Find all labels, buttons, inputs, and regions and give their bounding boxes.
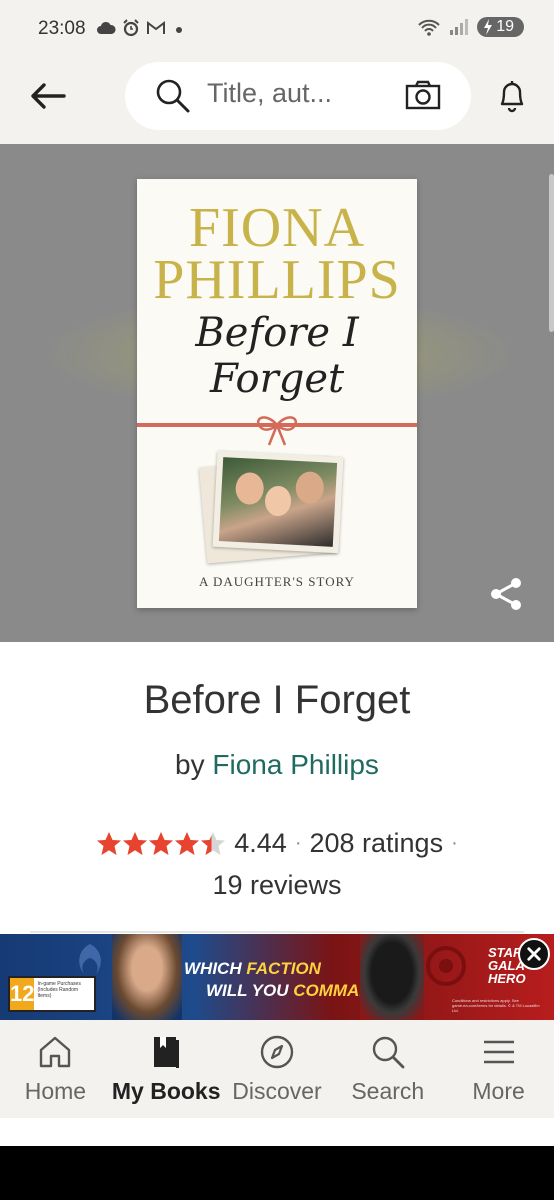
- rebel-alliance-logo: [79, 944, 101, 974]
- star-icon: [123, 831, 148, 855]
- age-rating-note: In-game Purchases (Includes Random Items…: [37, 981, 81, 999]
- screen: 23:08 19 FIONA: [0, 0, 554, 1146]
- separator-dot: ·: [451, 832, 458, 854]
- author-link[interactable]: Fiona Phillips: [212, 749, 379, 780]
- star-icon: [97, 831, 122, 855]
- star-icon: [201, 831, 226, 855]
- charging-bolt-icon: [484, 19, 493, 35]
- ad-headline-mid: WILL YOU: [206, 981, 294, 1000]
- photo-face: [294, 470, 325, 505]
- book-cover-image[interactable]: FIONA PHILLIPS Before I Forget A DAUGHTE…: [137, 179, 417, 608]
- signal-icon: [450, 19, 469, 35]
- photo-face: [264, 485, 292, 517]
- status-icons-left: [96, 19, 186, 37]
- ad-headline-pre: WHICH: [184, 959, 247, 978]
- search-input[interactable]: [207, 78, 397, 109]
- nav-item-my-books[interactable]: My Books: [111, 1020, 222, 1118]
- status-bar: 23:08 19: [0, 0, 554, 60]
- pegi-rating-badge: 12 In-game Purchases (Includes Random It…: [8, 976, 96, 1012]
- battery-indicator: 19: [477, 17, 524, 37]
- star-rating: [96, 831, 226, 857]
- ratings-count: 208 ratings: [309, 828, 444, 858]
- ad-villain-image: [360, 934, 424, 1020]
- reviews-count[interactable]: 19 reviews: [0, 870, 554, 901]
- nav-item-more[interactable]: More: [443, 1020, 554, 1118]
- bottom-nav: Home My Books Discover Search More: [0, 1020, 554, 1118]
- age-rating: 12: [10, 978, 35, 1010]
- ad-close-icon[interactable]: [518, 938, 550, 970]
- notifications-bell-icon[interactable]: [496, 78, 528, 114]
- photo-face: [234, 471, 265, 506]
- share-icon[interactable]: [488, 576, 524, 612]
- nav-item-home[interactable]: Home: [0, 1020, 111, 1118]
- nav-label: Search: [351, 1078, 425, 1104]
- byline-prefix: by: [175, 749, 205, 780]
- cover-photo: [212, 450, 344, 554]
- status-time: 23:08: [38, 18, 86, 39]
- home-icon: [40, 1036, 71, 1068]
- ad-logo-line: HERO: [488, 971, 526, 986]
- scrollbar-thumb[interactable]: [549, 174, 554, 332]
- camera-icon[interactable]: [405, 80, 441, 110]
- cover-photo-image: [218, 457, 338, 547]
- byline: by Fiona Phillips: [0, 749, 554, 781]
- cover-title-line2: Forget: [209, 356, 345, 402]
- ad-banner[interactable]: 12 In-game Purchases (Includes Random It…: [0, 934, 554, 1020]
- nav-item-discover[interactable]: Discover: [222, 1020, 333, 1118]
- cover-author-line: PHILLIPS: [153, 249, 401, 311]
- nav-item-search[interactable]: Search: [332, 1020, 443, 1118]
- nav-label: Discover: [232, 1078, 322, 1104]
- header: [0, 60, 554, 144]
- average-rating: 4.44: [234, 828, 287, 858]
- battery-level: 19: [496, 18, 514, 35]
- search-box[interactable]: [125, 62, 471, 130]
- menu-icon: [483, 1040, 514, 1064]
- ad-headline-faction: FACTION: [246, 959, 321, 978]
- nav-label: Home: [24, 1078, 87, 1104]
- book-details: Before I Forget by Fiona Phillips 4.44 ·…: [0, 642, 554, 934]
- cloud-icon: [97, 21, 116, 34]
- below-nav-area: [0, 1118, 554, 1146]
- my-books-icon: [154, 1037, 180, 1068]
- nav-label: More: [472, 1078, 525, 1104]
- search-icon: [156, 79, 190, 113]
- imperial-logo: [426, 946, 466, 986]
- ad-hero-image: [112, 934, 182, 1020]
- ad-fine-print: Conditions and restrictions apply. See g…: [452, 998, 540, 1013]
- cover-title-line1: Before I: [195, 310, 359, 356]
- cover-subtitle: A DAUGHTER'S STORY: [199, 574, 355, 589]
- cover-area: FIONA PHILLIPS Before I Forget A DAUGHTE…: [0, 144, 554, 642]
- star-icon: [175, 831, 200, 855]
- separator-dot: ·: [294, 832, 302, 854]
- status-icons-right: 19: [417, 17, 524, 37]
- divider: [30, 931, 524, 933]
- gmail-icon: [147, 21, 165, 34]
- back-arrow-icon[interactable]: [28, 80, 68, 112]
- nav-label: My Books: [111, 1078, 221, 1104]
- ribbon-bow-icon: [256, 416, 298, 446]
- book-title: Before I Forget: [143, 678, 411, 722]
- search-icon: [372, 1036, 405, 1069]
- star-icon: [149, 831, 174, 855]
- notification-dot-icon: [176, 27, 182, 33]
- compass-icon: [260, 1035, 294, 1069]
- rating-row[interactable]: 4.44 · 208 ratings ·: [0, 828, 554, 859]
- alarm-icon: [123, 19, 139, 37]
- wifi-icon: [418, 19, 440, 36]
